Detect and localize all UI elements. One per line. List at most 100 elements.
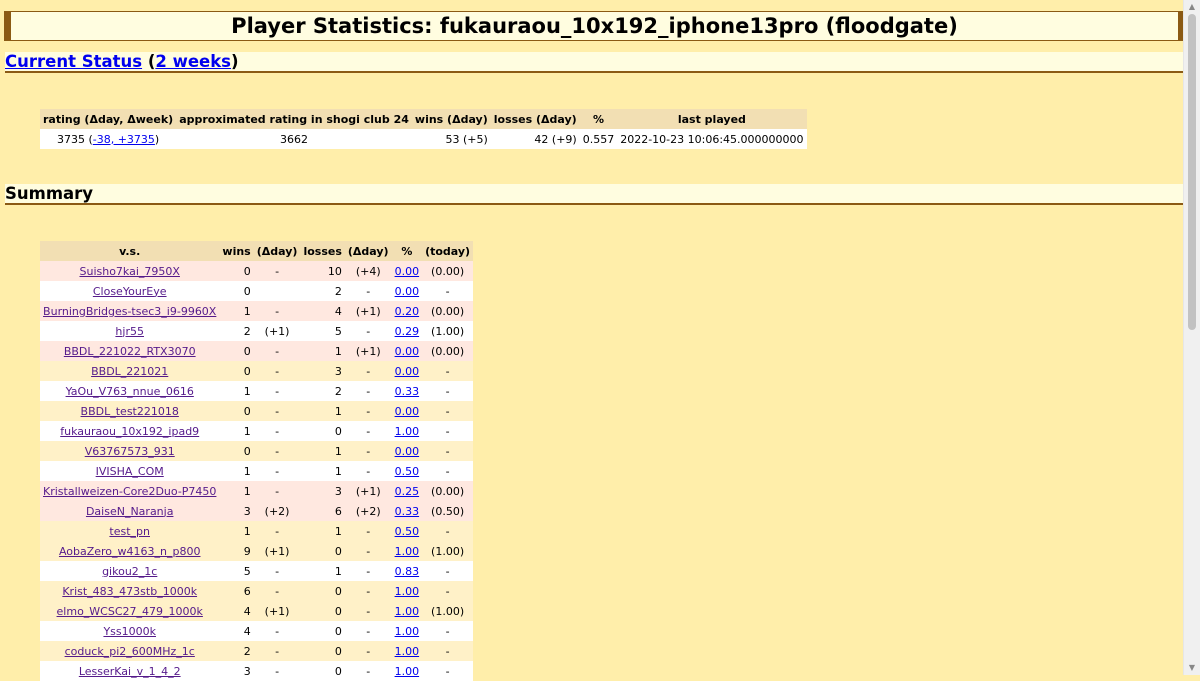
losses-cell: 1 xyxy=(300,441,345,461)
losses-delta-cell: - xyxy=(344,281,392,301)
wins-cell: 0 xyxy=(219,341,254,361)
losses-cell: 6 xyxy=(300,501,345,521)
opponent-link-cell: DaiseN_Naranja xyxy=(40,501,220,521)
percent-link[interactable]: 1.00 xyxy=(395,585,420,598)
scroll-thumb[interactable] xyxy=(1188,14,1196,330)
wins-delta-cell: - xyxy=(253,621,301,641)
wins-cell: 5 xyxy=(219,561,254,581)
percent-link[interactable]: 0.29 xyxy=(395,325,420,338)
percent-link[interactable]: 0.33 xyxy=(395,505,420,518)
losses-cell: 2 xyxy=(300,381,345,401)
percent-link-cell: 1.00 xyxy=(391,601,423,621)
two-weeks-link[interactable]: 2 weeks xyxy=(155,52,231,71)
wins-cell: 1 xyxy=(219,521,254,541)
opponent-link[interactable]: Suisho7kai_7950X xyxy=(79,265,179,278)
losses-delta-cell: - xyxy=(344,601,392,621)
opponent-link[interactable]: BBDL_221021 xyxy=(91,365,168,378)
scroll-up-arrow-icon[interactable]: ▲ xyxy=(1184,0,1200,14)
header-wins: wins xyxy=(219,241,254,261)
percent-link[interactable]: 0.00 xyxy=(395,365,420,378)
header-vs: v.s. xyxy=(40,241,220,261)
opponent-link[interactable]: elmo_WCSC27_479_1000k xyxy=(57,605,203,618)
percent-link[interactable]: 0.50 xyxy=(395,465,420,478)
percent-link-cell: 0.33 xyxy=(391,381,423,401)
current-status-table: rating (Δday, Δweek) approximated rating… xyxy=(40,109,807,149)
opponent-link[interactable]: gikou2_1c xyxy=(102,565,157,578)
today-cell: - xyxy=(422,661,474,681)
percent-link[interactable]: 0.00 xyxy=(395,405,420,418)
wins-delta-cell: - xyxy=(253,261,301,281)
percent-link[interactable]: 1.00 xyxy=(395,645,420,658)
header-losses: losses (Δday) xyxy=(490,109,580,129)
percent-link[interactable]: 0.00 xyxy=(395,285,420,298)
wins-delta-cell: - xyxy=(253,561,301,581)
vertical-scrollbar[interactable]: ▲ ▼ xyxy=(1183,0,1200,675)
wins-cell: 1 xyxy=(219,461,254,481)
losses-cell: 1 xyxy=(300,341,345,361)
opponent-link[interactable]: YaOu_V763_nnue_0616 xyxy=(66,385,194,398)
wins-cell: 3 xyxy=(219,661,254,681)
percent-link[interactable]: 0.33 xyxy=(395,385,420,398)
wins-delta-cell: (+1) xyxy=(253,321,301,341)
wins-delta-cell: (+2) xyxy=(253,501,301,521)
scroll-down-arrow-icon[interactable]: ▼ xyxy=(1184,661,1200,675)
opponent-link[interactable]: Kristallweizen-Core2Duo-P7450 xyxy=(43,485,216,498)
opponent-link[interactable]: BBDL_221022_RTX3070 xyxy=(64,345,196,358)
wins-cell: 2 xyxy=(219,321,254,341)
losses-cell: 0 xyxy=(300,621,345,641)
percent-link[interactable]: 0.20 xyxy=(395,305,420,318)
opponent-link[interactable]: hjr55 xyxy=(115,325,144,338)
losses-delta-cell: (+1) xyxy=(344,341,392,361)
opponent-link[interactable]: CloseYourEye xyxy=(93,285,167,298)
opponent-link[interactable]: BurningBridges-tsec3_i9-9960X xyxy=(43,305,216,318)
percent-link[interactable]: 1.00 xyxy=(395,605,420,618)
opponent-link[interactable]: Krist_483_473stb_1000k xyxy=(62,585,197,598)
summary-body: Suisho7kai_7950X 0-10 (+4) 0.00 (0.00) CloseY… xyxy=(40,261,474,681)
percent-link[interactable]: 1.00 xyxy=(395,425,420,438)
rating-delta-link[interactable]: -38, +3735 xyxy=(93,133,155,146)
percent-link[interactable]: 1.00 xyxy=(395,545,420,558)
losses-delta-cell: - xyxy=(344,521,392,541)
approx-rating-cell: 3662 xyxy=(176,129,412,149)
percent-link-cell: 0.29 xyxy=(391,321,423,341)
losses-delta-cell: (+1) xyxy=(344,481,392,501)
percent-link[interactable]: 0.00 xyxy=(395,265,420,278)
percent-link[interactable]: 0.50 xyxy=(395,525,420,538)
opponent-link[interactable]: DaiseN_Naranja xyxy=(86,505,174,518)
percent-link[interactable]: 0.00 xyxy=(395,345,420,358)
today-cell: (1.00) xyxy=(422,601,474,621)
percent-link-cell: 0.00 xyxy=(391,441,423,461)
percent-link[interactable]: 0.25 xyxy=(395,485,420,498)
opponent-link[interactable]: test_pn xyxy=(109,525,150,538)
percent-link[interactable]: 1.00 xyxy=(395,665,420,678)
today-cell: (1.00) xyxy=(422,541,474,561)
opponent-link[interactable]: V63767573_931 xyxy=(85,445,175,458)
opponent-link-cell: IVISHA_COM xyxy=(40,461,220,481)
header-today: (today) xyxy=(422,241,474,261)
wins-delta-cell: (+1) xyxy=(253,601,301,621)
wins-cell: 9 xyxy=(219,541,254,561)
rating-cell: 3735 (-38, +3735) xyxy=(40,129,177,149)
opponent-link[interactable]: fukauraou_10x192_ipad9 xyxy=(60,425,199,438)
today-cell: - xyxy=(422,641,474,661)
percent-link[interactable]: 1.00 xyxy=(395,625,420,638)
percent-link[interactable]: 0.83 xyxy=(395,565,420,578)
percent-link-cell: 0.00 xyxy=(391,341,423,361)
wins-cell: 0 xyxy=(219,361,254,381)
percent-link[interactable]: 0.00 xyxy=(395,445,420,458)
losses-delta-cell: - xyxy=(344,541,392,561)
header-losses: losses xyxy=(300,241,345,261)
table-row: IVISHA_COM 1-1-0.50- xyxy=(40,461,474,481)
opponent-link[interactable]: BBDL_test221018 xyxy=(81,405,179,418)
table-row: hjr55 2 (+1) 5-0.29 (1.00) xyxy=(40,321,474,341)
opponent-link[interactable]: Yss1000k xyxy=(103,625,156,638)
opponent-link[interactable]: LesserKai_v_1_4_2 xyxy=(79,665,181,678)
paren-close: ) xyxy=(231,52,239,71)
current-status-link[interactable]: Current Status xyxy=(5,52,142,71)
percent-link-cell: 0.50 xyxy=(391,521,423,541)
wins-delta-cell: - xyxy=(253,581,301,601)
opponent-link[interactable]: coduck_pi2_600MHz_1c xyxy=(65,645,195,658)
opponent-link[interactable]: IVISHA_COM xyxy=(96,465,164,478)
opponent-link[interactable]: AobaZero_w4163_n_p800 xyxy=(59,545,201,558)
today-cell: - xyxy=(422,621,474,641)
